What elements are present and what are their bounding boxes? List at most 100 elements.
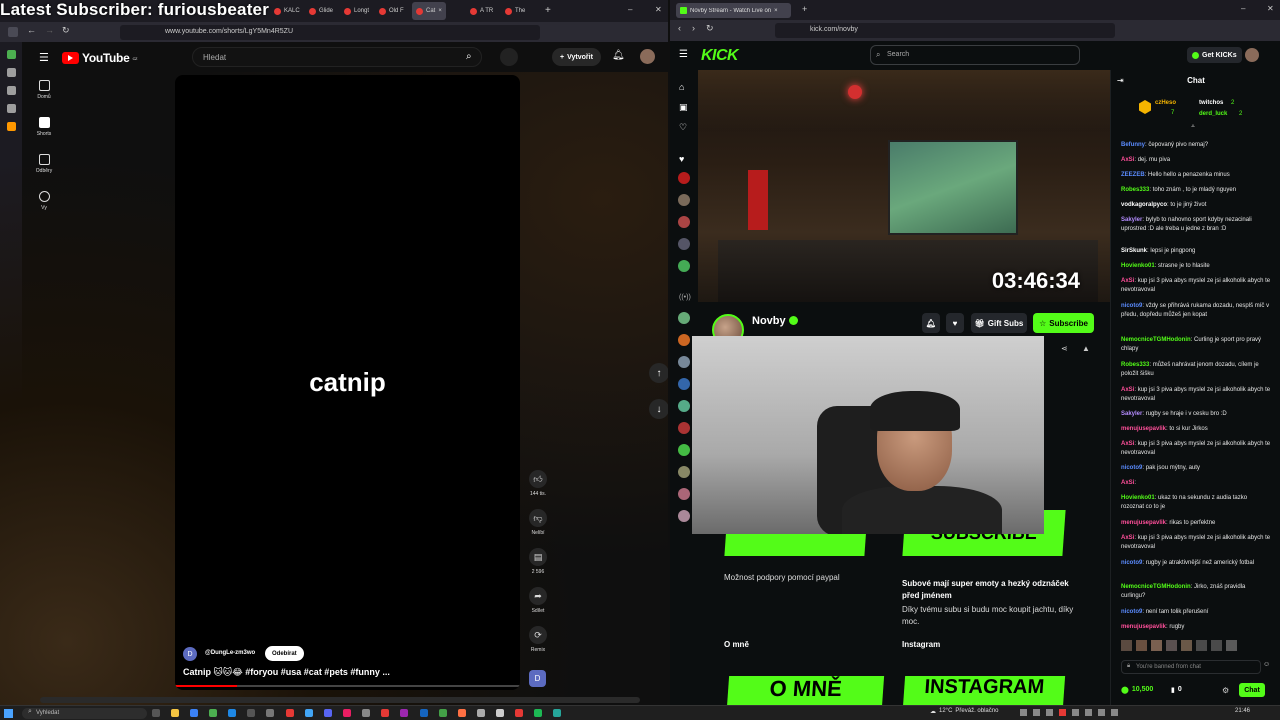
tab-active[interactable]: Cat × [412,2,446,20]
wifi-icon[interactable] [1098,709,1105,716]
gift-subs-button[interactable]: 🎁︎ Gift Subs [971,313,1027,333]
task-view-icon[interactable] [152,709,160,717]
tray-icon[interactable] [1046,709,1053,716]
reload-icon[interactable]: ↻ [62,25,70,36]
top-gifter-name[interactable]: derd_luck [1199,111,1227,117]
app-icon[interactable] [553,709,561,717]
new-tab-icon[interactable]: + [545,5,551,16]
app-icon[interactable] [228,709,236,717]
search-input[interactable]: Search [870,45,1080,65]
chat-settings-gear-icon[interactable]: ⚙ [1222,686,1229,695]
next-short-button[interactable]: ↓ [649,399,668,419]
avatar[interactable] [640,49,655,64]
close-window-icon[interactable]: ✕ [1267,4,1274,13]
channel-points[interactable]: ⬤ 10,500 [1121,686,1153,694]
followed-channel-avatar[interactable] [678,238,690,250]
dislike-button[interactable]: 👎︎ Nelíbí [528,509,548,536]
chat-username[interactable]: Befunny [1121,142,1145,148]
follow-heart-button[interactable]: ♥ [946,313,964,333]
app-icon[interactable] [286,709,294,717]
chat-username[interactable]: Hovienko01 [1121,495,1155,501]
app-icon[interactable] [477,709,485,717]
forward-icon[interactable]: → [45,25,54,35]
chat-username[interactable]: nicoto9 [1121,560,1142,566]
tray-icon[interactable] [1020,709,1027,716]
emote-icon[interactable] [1121,640,1132,651]
recommended-channel-avatar[interactable] [678,378,690,390]
emote-icon[interactable] [1151,640,1162,651]
horizontal-scrollbar[interactable] [40,697,640,703]
search-icon[interactable]: ⌕ [466,51,472,62]
browse-icon[interactable]: ▣ [679,102,688,113]
forward-icon[interactable]: › [692,23,695,33]
followed-channel-avatar[interactable] [678,194,690,206]
new-tab-icon[interactable]: + [802,4,807,14]
recommended-channel-avatar[interactable] [678,488,690,500]
chat-username[interactable]: Sakyler [1121,217,1142,223]
comments-button[interactable]: ▤ 2 596 [528,548,548,575]
minimize-icon[interactable]: – [628,5,632,14]
like-button[interactable]: 👍︎ 144 tis. [528,470,548,497]
app-icon[interactable] [515,709,523,717]
channel-name[interactable]: @DungLe-zm3wo [205,650,255,656]
tab[interactable]: A TR [466,2,497,20]
app-icon[interactable] [190,709,198,717]
emote-icon[interactable] [1166,640,1177,651]
previous-short-button[interactable]: ↑ [649,363,668,383]
app-icon[interactable] [381,709,389,717]
top-gifter-name[interactable]: czHeso [1155,100,1176,106]
following-heart-icon[interactable]: ♡ [679,122,687,133]
get-kicks-button[interactable]: Get KICKs [1187,47,1242,63]
recommended-channel-avatar[interactable] [678,312,690,324]
emote-icon[interactable] [1211,640,1222,651]
heart-icon[interactable]: ♥ [679,154,684,164]
tray-icon[interactable] [1059,709,1066,716]
stream-video-player[interactable]: 03:46:34 [698,70,1110,302]
chat-username[interactable]: Robes333 [1121,362,1149,368]
chat-input-banned[interactable]: You're banned from chat [1121,660,1261,674]
chat-username[interactable]: menujusepavlik [1121,520,1166,526]
recommended-channel-avatar[interactable] [678,444,690,456]
subscribe-button[interactable]: Odebírat [265,646,304,661]
avatar[interactable] [1245,48,1259,62]
app-icon[interactable] [247,709,255,717]
close-icon[interactable]: × [774,8,778,14]
emote-picker-icon[interactable]: ☺ [1263,661,1270,668]
chat-username[interactable]: AxSi [1121,157,1134,163]
tab-active[interactable]: Novby Stream - Watch Live on × [676,3,791,18]
nav-you[interactable]: Vy [22,191,66,211]
top-gifter-name[interactable]: twitchos [1199,100,1223,106]
report-icon[interactable]: ▲ [1082,344,1090,353]
youtube-logo[interactable]: YouTube CZ [62,51,137,65]
tab[interactable]: Old F [375,2,408,20]
nav-home[interactable]: Domů [22,80,66,100]
recommended-channel-avatar[interactable] [678,510,690,522]
minimize-icon[interactable]: – [1241,4,1245,13]
app-icon[interactable] [266,709,274,717]
chat-username[interactable]: nicoto9 [1121,303,1142,309]
tray-icon[interactable] [1085,709,1092,716]
pinned-chevron-icon[interactable]: ⩡ [1191,123,1195,131]
windows-start-icon[interactable] [4,709,13,718]
chat-username[interactable]: SirSkunk [1121,248,1147,254]
recommended-channel-avatar[interactable] [678,466,690,478]
subscribe-button[interactable]: ☆ Subscribe [1033,313,1094,333]
chat-username[interactable]: nicoto9 [1121,465,1142,471]
share-button[interactable]: ➦ Sdílet [528,587,548,614]
search-input[interactable]: Hledat [192,47,482,67]
chat-username[interactable]: Robes333 [1121,187,1149,193]
reload-icon[interactable]: ↻ [706,23,714,34]
followed-channel-avatar[interactable] [678,216,690,228]
tray-icon[interactable] [1033,709,1040,716]
followed-channel-avatar[interactable] [678,172,690,184]
about-banner[interactable]: O MNĚ [726,676,885,705]
chat-username[interactable]: NemocniceTGMHodonin [1121,584,1191,590]
chat-username[interactable]: AxSi [1121,480,1134,486]
app-icon[interactable] [420,709,428,717]
emote-icon[interactable] [1196,640,1207,651]
channel-avatar[interactable]: D [183,647,197,661]
app-icon[interactable] [343,709,351,717]
recommended-channel-avatar[interactable] [678,356,690,368]
menu-hamburger-icon[interactable]: ☰ [39,51,49,64]
app-icon[interactable] [439,709,447,717]
